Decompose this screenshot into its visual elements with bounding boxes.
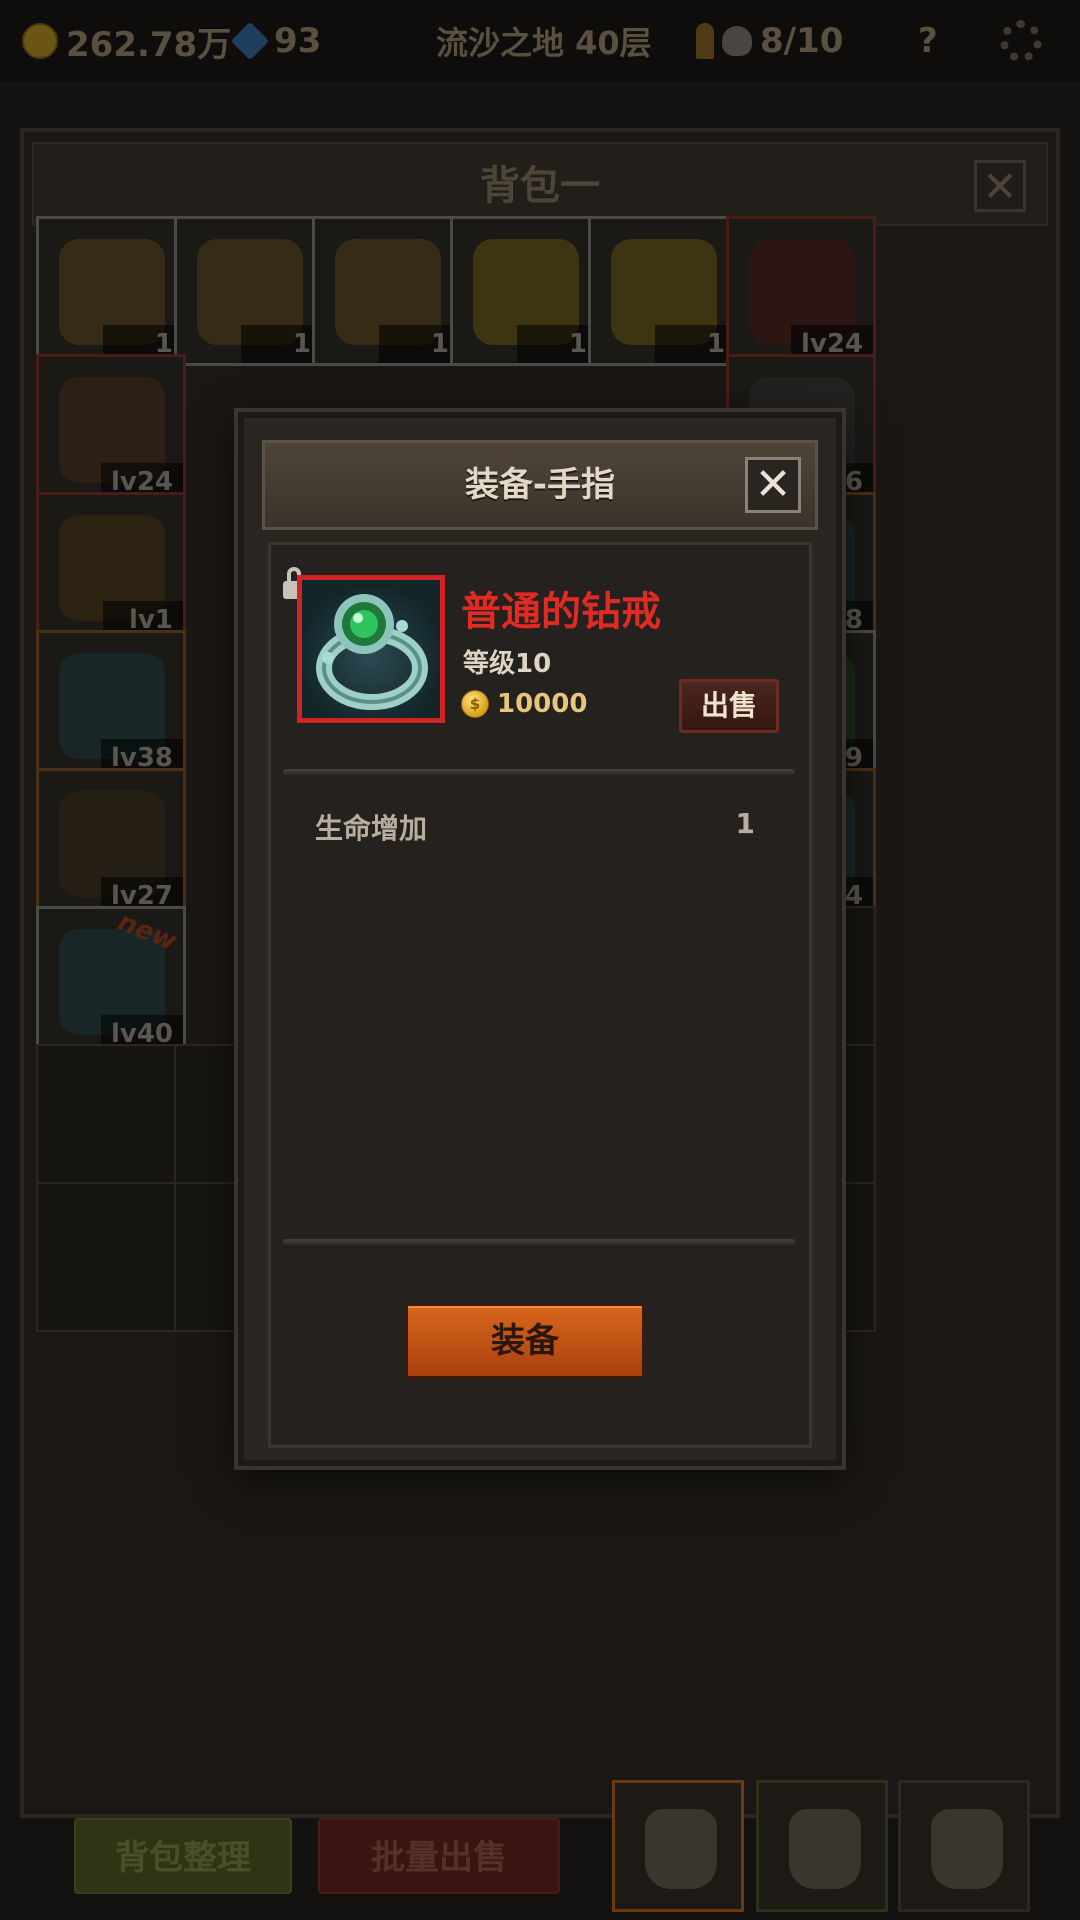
divider-top <box>283 769 795 775</box>
item-name: 普通的钻戒 <box>461 589 661 635</box>
gem-counter: 93 <box>230 21 322 61</box>
divider-bottom <box>283 1239 795 1245</box>
inventory-slot[interactable]: lv24 <box>726 216 876 366</box>
gold-amount: 262.78万 <box>66 24 232 65</box>
stage-label: 流沙之地 40层 <box>436 18 652 64</box>
backpack-header: 背包一 ✕ <box>32 142 1048 226</box>
slot-label: 1 <box>379 325 459 363</box>
inventory-slot[interactable]: lv24 <box>36 354 186 504</box>
slot-label: 1 <box>241 325 321 363</box>
backpack-icon <box>931 1809 1003 1889</box>
inventory-slot[interactable]: 1 <box>588 216 738 366</box>
backpack-tab-2[interactable] <box>756 1780 888 1912</box>
settings-button[interactable] <box>1000 20 1042 62</box>
empty-slot[interactable] <box>36 1182 186 1332</box>
inventory-slot[interactable]: 1 <box>450 216 600 366</box>
inventory-slot[interactable]: lv27 <box>36 768 186 918</box>
dialog-body: 普通的钻戒 等级10 $ 10000 出售 生命增加 1 装备 <box>268 542 812 1448</box>
equip-button[interactable]: 装备 <box>405 1303 645 1379</box>
inventory-slot[interactable]: 1 <box>36 216 186 366</box>
gem-amount: 93 <box>274 21 322 61</box>
backpack-close-button[interactable]: ✕ <box>974 160 1026 212</box>
stat-value: 1 <box>735 807 755 840</box>
inventory-slot[interactable]: lv40 new <box>36 906 186 1056</box>
key-icon <box>696 23 714 59</box>
dialog-header: 装备-手指 ✕ <box>262 440 818 530</box>
backpack-tab-1[interactable] <box>612 1780 744 1912</box>
gold-coin-icon <box>22 23 58 59</box>
equipment-dialog: 装备-手指 ✕ 普通的钻戒 等级10 $ 10000 出售 生命增加 1 装备 <box>238 412 842 1466</box>
top-status-bar: 262.78万 93 流沙之地 40层 8/10 ? <box>0 0 1080 82</box>
inventory-slot[interactable]: 1 <box>312 216 462 366</box>
ring-icon <box>316 594 428 710</box>
sort-backpack-button[interactable]: 背包整理 <box>74 1818 292 1894</box>
slot-label: 1 <box>655 325 735 363</box>
gold-counter: 262.78万 <box>22 17 231 66</box>
gem-icon <box>230 21 270 61</box>
stage-text: 流沙之地 40层 <box>436 24 652 62</box>
gear-icon <box>1000 20 1042 62</box>
stat-name: 生命增加 <box>315 812 428 845</box>
item-level: 等级10 <box>463 649 552 679</box>
dialog-title: 装备-手指 <box>464 465 616 505</box>
empty-slot[interactable] <box>36 1044 186 1194</box>
inventory-slot[interactable]: lv1 <box>36 492 186 642</box>
coin-icon: $ <box>461 690 489 718</box>
bulk-sell-button[interactable]: 批量出售 <box>318 1818 560 1894</box>
slot-label: 1 <box>517 325 597 363</box>
help-button[interactable]: ? <box>918 21 938 61</box>
item-price: $ 10000 <box>461 689 587 719</box>
sell-button[interactable]: 出售 <box>679 679 779 733</box>
stat-row: 生命增加 1 <box>315 807 755 847</box>
price-value: 10000 <box>497 689 588 719</box>
inventory-slot[interactable]: 1 <box>174 216 324 366</box>
key-skull-counter: 8/10 <box>696 21 843 61</box>
backpack-icon <box>645 1809 717 1889</box>
item-icon-frame <box>297 575 445 723</box>
inventory-slot[interactable]: lv38 <box>36 630 186 780</box>
backpack-icon <box>789 1809 861 1889</box>
dialog-close-button[interactable]: ✕ <box>745 457 801 513</box>
backpack-tab-3[interactable] <box>898 1780 1030 1912</box>
skull-icon <box>722 26 752 56</box>
skull-count: 8/10 <box>760 21 844 61</box>
